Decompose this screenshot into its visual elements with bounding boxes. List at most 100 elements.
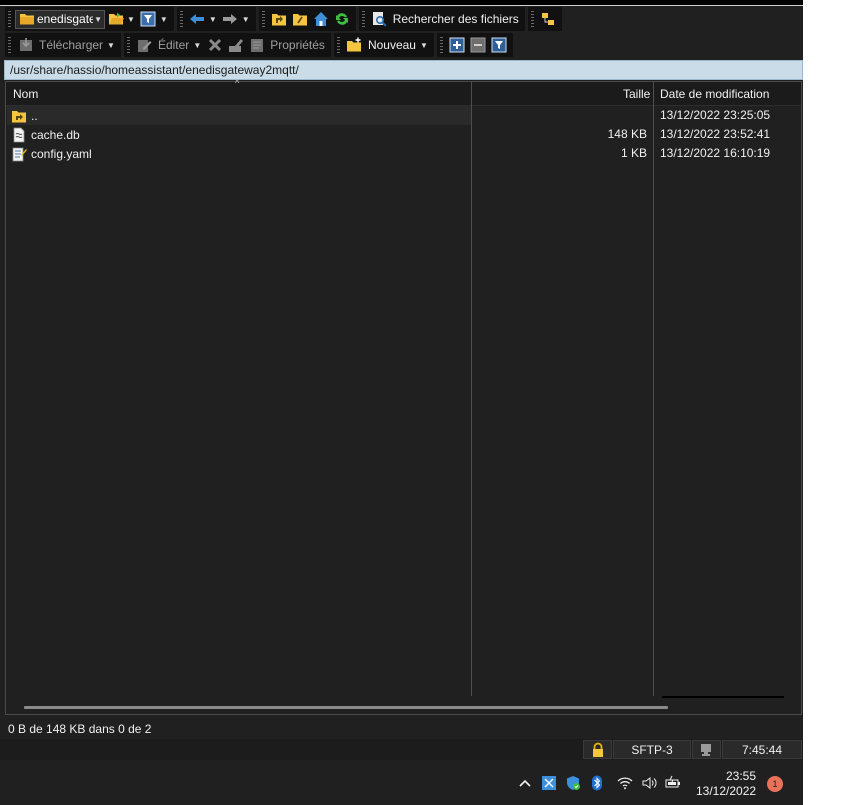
file-name: config.yaml <box>31 146 92 161</box>
toolbar-grip[interactable] <box>336 37 340 53</box>
root-directory-icon[interactable] <box>292 11 309 28</box>
network-status-cell[interactable] <box>692 740 721 759</box>
chevron-down-icon[interactable]: ▼ <box>127 15 135 24</box>
file-row-config-yaml[interactable]: config.yaml 1 KB 13/12/2022 16:10:19 <box>6 144 801 163</box>
chevron-down-icon[interactable]: ▼ <box>242 15 250 24</box>
protocol-cell[interactable]: SFTP-3 <box>613 740 691 759</box>
toolbar-grip[interactable] <box>361 11 365 27</box>
session-status-bar: SFTP-3 7:45:44 <box>0 739 803 760</box>
toolbar-grip[interactable] <box>8 37 11 53</box>
file-list-pane: Nom ^ Taille Date de modification .. 13/… <box>5 78 802 715</box>
selection-status: 0 B de 148 KB dans 0 de 2 <box>8 722 152 736</box>
toolbar-grip[interactable] <box>530 11 534 27</box>
select-plus-icon[interactable] <box>449 37 466 54</box>
volume-icon[interactable] <box>640 774 658 792</box>
column-header-size[interactable]: Taille <box>623 82 650 106</box>
text-file-icon <box>10 145 27 162</box>
filter-icon[interactable] <box>140 11 157 28</box>
unselect-minus-icon[interactable] <box>470 37 487 54</box>
file-row-cache-db[interactable]: cache.db 148 KB 13/12/2022 23:52:41 <box>6 125 801 144</box>
selection-group <box>436 33 513 57</box>
open-folder-icon[interactable] <box>107 11 124 28</box>
download-button[interactable]: Télécharger <box>39 38 103 52</box>
encryption-lock-cell[interactable] <box>583 740 612 759</box>
chevron-down-icon[interactable]: ▼ <box>420 41 428 50</box>
back-arrow-icon[interactable] <box>189 11 206 28</box>
transfer-group: Télécharger ▼ <box>5 33 121 57</box>
path-bar[interactable]: /usr/share/hassio/homeassistant/enedisga… <box>4 60 803 80</box>
notification-badge[interactable]: 1 <box>767 776 783 792</box>
filter-select-icon[interactable] <box>491 37 508 54</box>
find-files-group: Rechercher des fichiers <box>358 7 525 31</box>
find-files-button[interactable]: Rechercher des fichiers <box>393 12 519 26</box>
horizontal-scrollbar-track[interactable] <box>6 696 801 714</box>
file-name: cache.db <box>31 127 80 142</box>
chevron-up-icon[interactable] <box>516 774 534 792</box>
file-size: 148 KB <box>607 127 647 141</box>
navigation-toolbar: enedisgateway2mqtt ▼ ▼ ▼ ▼ ▼ <box>5 7 565 31</box>
chevron-down-icon[interactable]: ▼ <box>94 15 102 24</box>
horizontal-scrollbar-thumb[interactable] <box>24 706 668 709</box>
new-group: Nouveau ▼ <box>333 33 434 57</box>
column-header-name[interactable]: Nom <box>13 82 38 106</box>
file-modified: 13/12/2022 23:52:41 <box>660 127 771 141</box>
toolbar-grip[interactable] <box>126 37 130 53</box>
snipping-tool-icon[interactable] <box>540 774 558 792</box>
chevron-down-icon[interactable]: ▼ <box>209 15 217 24</box>
file-actions-toolbar: Télécharger ▼ Éditer ▼ Propriétés Nouvea… <box>5 33 516 57</box>
column-header-modified[interactable]: Date de modification <box>660 82 769 106</box>
delete-icon[interactable] <box>206 37 223 54</box>
file-list: .. 13/12/2022 23:25:05 cache.db 148 KB 1… <box>6 106 801 163</box>
file-size: 1 KB <box>620 146 647 160</box>
folder-icon <box>18 11 35 28</box>
toolbar-grip[interactable] <box>179 11 183 27</box>
name-cell: config.yaml <box>7 144 471 163</box>
chevron-down-icon[interactable]: ▼ <box>160 15 168 24</box>
selection-status-bar: 0 B de 148 KB dans 0 de 2 <box>0 718 803 740</box>
forward-arrow-icon[interactable] <box>222 11 239 28</box>
properties-icon <box>248 37 265 54</box>
file-name: .. <box>31 108 38 123</box>
location-combo[interactable]: enedisgateway2mqtt ▼ <box>15 9 105 29</box>
location-combo-value: enedisgateway2mqtt <box>37 12 93 26</box>
wifi-icon[interactable] <box>616 774 634 792</box>
toolbar-grip[interactable] <box>439 37 443 53</box>
new-button[interactable]: Nouveau <box>368 38 416 52</box>
network-computer-icon <box>698 741 715 758</box>
window-top-border <box>0 0 803 6</box>
rename-icon[interactable] <box>227 37 244 54</box>
taskbar-clock[interactable]: 23:55 13/12/2022 <box>696 769 756 799</box>
refresh-icon[interactable] <box>334 11 351 28</box>
download-icon <box>17 37 34 54</box>
toolbar-grip[interactable] <box>261 11 265 27</box>
edit-button[interactable]: Éditer <box>158 38 189 52</box>
find-files-icon <box>371 11 388 28</box>
battery-icon[interactable] <box>664 774 682 792</box>
file-row-parent[interactable]: .. 13/12/2022 23:25:05 <box>6 106 801 125</box>
column-divider[interactable] <box>471 82 472 696</box>
location-group: enedisgateway2mqtt ▼ ▼ ▼ <box>5 7 174 31</box>
file-modified: 13/12/2022 16:10:19 <box>660 146 771 160</box>
properties-button[interactable]: Propriétés <box>270 38 325 52</box>
sort-ascending-icon: ^ <box>235 78 240 88</box>
clock-date: 13/12/2022 <box>696 784 757 798</box>
bluetooth-icon[interactable] <box>588 774 606 792</box>
home-icon[interactable] <box>313 11 330 28</box>
column-divider[interactable] <box>653 82 654 696</box>
scrollbar-edge <box>662 696 784 698</box>
tree-view-icon[interactable] <box>540 11 557 28</box>
name-cell: cache.db <box>7 125 471 144</box>
chevron-down-icon[interactable]: ▼ <box>193 41 201 50</box>
taskbar: 23:55 13/12/2022 1 <box>0 762 803 805</box>
chevron-down-icon[interactable]: ▼ <box>107 41 115 50</box>
winscp-window: enedisgateway2mqtt ▼ ▼ ▼ ▼ ▼ <box>0 0 803 762</box>
edit-group: Éditer ▼ Propriétés <box>123 33 331 57</box>
file-list-header: Nom ^ Taille Date de modification <box>6 78 801 106</box>
desktop-background <box>803 0 859 762</box>
toolbar-grip[interactable] <box>8 11 11 27</box>
parent-directory-icon[interactable] <box>271 11 288 28</box>
file-size <box>473 106 647 125</box>
lock-icon <box>589 741 606 758</box>
tree-toggle-group <box>527 7 562 31</box>
windows-security-icon[interactable] <box>564 774 582 792</box>
